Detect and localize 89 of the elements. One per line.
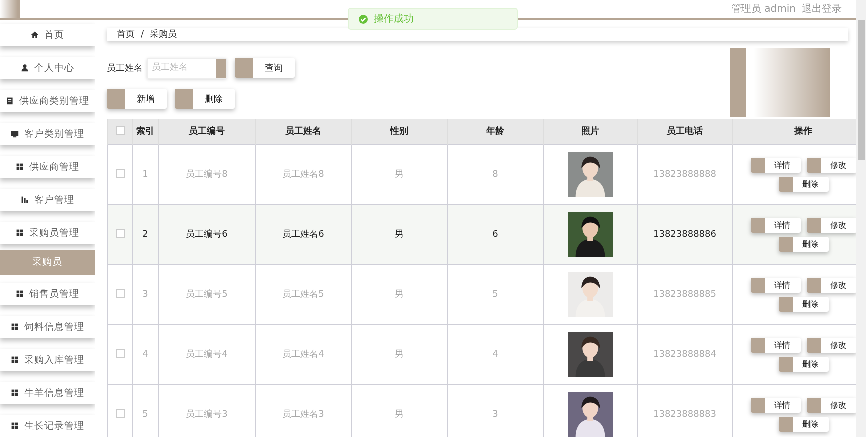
table-cell: 男 <box>352 384 448 437</box>
table-cell: 员工编号3 <box>158 384 256 437</box>
column-header: 员工编号 <box>158 119 256 144</box>
column-header: 员工电话 <box>638 119 732 144</box>
edit-button[interactable]: 修改 <box>806 218 856 232</box>
sidebar-item[interactable]: 牛羊信息管理 <box>0 382 95 404</box>
sidebar-item[interactable]: 饲料信息管理 <box>0 316 95 338</box>
grid-icon <box>10 356 18 364</box>
edit-button[interactable]: 修改 <box>806 278 856 292</box>
sidebar-item[interactable]: 个人中心 <box>0 57 95 79</box>
table-cell: 员工编号6 <box>158 204 256 264</box>
breadcrumb-item[interactable]: 首页 <box>117 28 135 41</box>
table-cell: 2 <box>132 204 158 264</box>
checkbox[interactable] <box>116 408 124 418</box>
table-cell: 男 <box>352 264 448 324</box>
column-header: 员工姓名 <box>256 119 352 144</box>
details-button[interactable]: 详情 <box>750 398 800 412</box>
sidebar-item[interactable]: 销售员管理 <box>0 283 95 305</box>
grid-icon <box>16 290 24 298</box>
success-icon <box>359 14 368 24</box>
checkbox[interactable] <box>116 348 124 358</box>
checkbox[interactable] <box>116 168 124 178</box>
sidebar-item[interactable]: 首页 <box>0 24 95 46</box>
search-button[interactable]: 查询 <box>235 58 295 78</box>
delete-button[interactable]: 删除 <box>778 296 828 312</box>
column-header: 操作 <box>732 119 856 144</box>
table-cell: 4 <box>132 324 158 384</box>
table-cell: 3 <box>448 384 544 437</box>
field-label: 员工姓名 <box>107 62 143 74</box>
table-cell: 男 <box>352 204 448 264</box>
bar-chart-icon <box>20 196 28 204</box>
details-button[interactable]: 详情 <box>750 158 800 172</box>
delete-button[interactable]: 删除 <box>778 416 828 432</box>
table-cell: 男 <box>352 324 448 384</box>
breadcrumb-separator: / <box>141 30 144 40</box>
edit-button[interactable]: 修改 <box>806 338 856 352</box>
sidebar-item[interactable]: 采购入库管理 <box>0 349 95 371</box>
monitor-icon <box>10 130 18 138</box>
column-header: 索引 <box>132 119 158 144</box>
table-cell: 员工姓名5 <box>256 264 352 324</box>
grid-icon <box>10 389 18 397</box>
table-cell: 员工编号5 <box>158 264 256 324</box>
add-button[interactable]: 新增 <box>107 89 167 109</box>
table-cell: 13823888883 <box>638 384 732 437</box>
table-cell: 员工编号4 <box>158 324 256 384</box>
sidebar-item[interactable]: 采购员管理 <box>0 222 95 244</box>
breadcrumb-item: 采购员 <box>150 28 178 41</box>
table-cell: 员工姓名3 <box>256 384 352 437</box>
column-header: 年龄 <box>448 119 544 144</box>
checkbox[interactable] <box>116 126 124 134</box>
delete-button[interactable]: 删除 <box>778 176 828 192</box>
sidebar-item[interactable]: 供应商类别管理 <box>0 90 95 112</box>
grid-icon <box>16 163 24 171</box>
details-button[interactable]: 详情 <box>750 278 800 292</box>
book-icon <box>6 97 14 105</box>
sidebar-item[interactable]: 供应商管理 <box>0 156 95 178</box>
column-header: 性别 <box>352 119 448 144</box>
table-cell: 4 <box>448 324 544 384</box>
grid-icon <box>16 229 24 237</box>
details-button[interactable]: 详情 <box>750 338 800 352</box>
table-cell: 5 <box>448 264 544 324</box>
column-header: 照片 <box>544 119 638 144</box>
grid-icon <box>10 422 18 430</box>
checkbox[interactable] <box>116 288 124 298</box>
table-cell: 5 <box>132 384 158 437</box>
sidebar-item[interactable]: 客户类别管理 <box>0 123 95 145</box>
delete-button[interactable]: 删除 <box>778 356 828 372</box>
table-cell: 员工姓名4 <box>256 324 352 384</box>
user-label: 管理员 admin <box>731 3 796 16</box>
grid-icon <box>10 323 18 331</box>
sidebar-item[interactable]: 生长记录管理 <box>0 415 95 437</box>
table-cell: 3 <box>132 264 158 324</box>
home-icon <box>30 31 38 39</box>
delete-button[interactable]: 删除 <box>778 236 828 252</box>
table-cell: 13823888885 <box>638 264 732 324</box>
edit-button[interactable]: 修改 <box>806 398 856 412</box>
table-cell: 员工姓名6 <box>256 204 352 264</box>
table-cell: 13823888886 <box>638 204 732 264</box>
user-icon <box>20 64 28 72</box>
search-field[interactable]: 员工姓名 <box>147 58 227 78</box>
scrollbar[interactable] <box>856 0 866 437</box>
table-cell: 6 <box>448 204 544 264</box>
table-cell: 13823888884 <box>638 324 732 384</box>
details-button[interactable]: 详情 <box>750 218 800 232</box>
checkbox[interactable] <box>116 228 124 238</box>
toast-message: 操作成功 <box>374 12 414 26</box>
sidebar-item[interactable]: 客户管理 <box>0 189 95 211</box>
delete-button[interactable]: 删除 <box>175 89 235 109</box>
edit-button[interactable]: 修改 <box>806 158 856 172</box>
